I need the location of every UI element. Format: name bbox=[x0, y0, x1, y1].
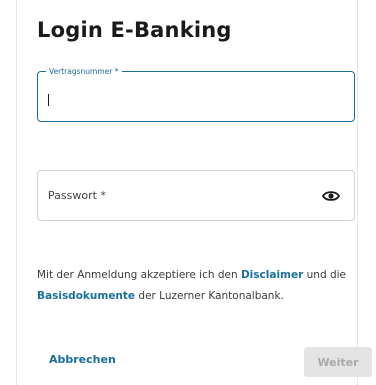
login-dialog: Login E-Banking Vertragsnummer * Passwor… bbox=[16, 0, 372, 385]
disclaimer-text-part: Mit der Anmeldung akzeptiere ich den bbox=[37, 269, 241, 281]
password-placeholder: Passwort * bbox=[48, 189, 106, 202]
disclaimer-text: Mit der Anmeldung akzeptiere ich den Dis… bbox=[37, 265, 359, 307]
disclaimer-text-part: und die bbox=[303, 269, 346, 281]
text-caret bbox=[48, 94, 49, 106]
eye-icon bbox=[322, 191, 340, 201]
disclaimer-link[interactable]: Disclaimer bbox=[241, 269, 303, 281]
contract-number-field[interactable]: Vertragsnummer * bbox=[37, 66, 355, 122]
next-button[interactable]: Weiter bbox=[304, 347, 372, 377]
show-password-button[interactable] bbox=[320, 187, 342, 205]
cancel-button[interactable]: Abbrechen bbox=[43, 349, 122, 370]
base-documents-link[interactable]: Basisdokumente bbox=[37, 290, 135, 302]
disclaimer-text-part: der Luzerner Kantonalbank. bbox=[135, 290, 284, 302]
password-field[interactable]: Passwort * bbox=[37, 170, 355, 221]
dialog-title: Login E-Banking bbox=[37, 18, 232, 42]
contract-number-label: Vertragsnummer * bbox=[46, 66, 122, 78]
